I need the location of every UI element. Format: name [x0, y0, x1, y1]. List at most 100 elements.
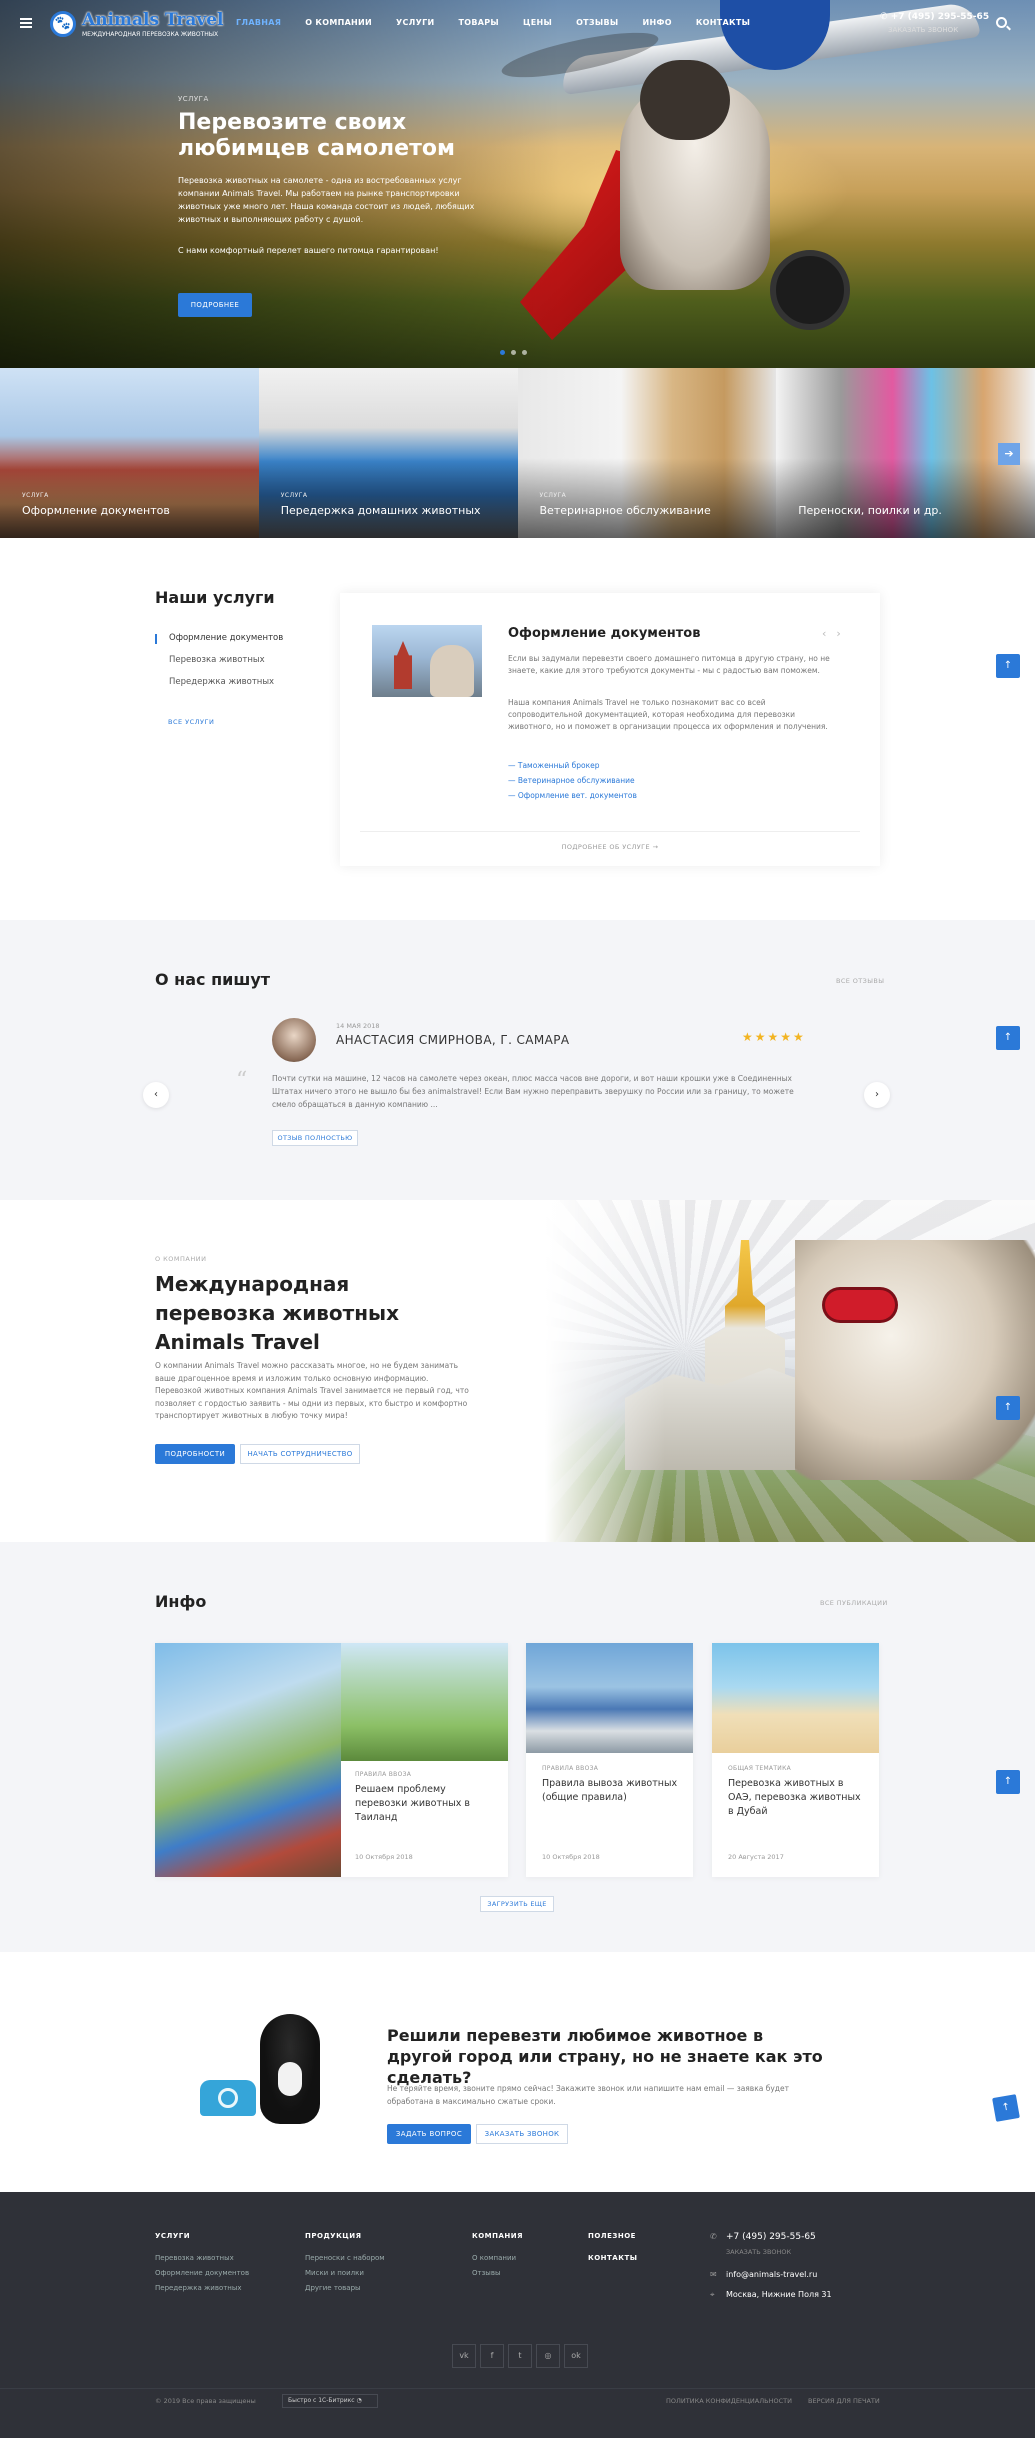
- info-card-photo-car-dog: [526, 1643, 693, 1753]
- menu-item-contacts[interactable]: КОНТАКТЫ: [696, 18, 750, 27]
- category-next-arrow-icon[interactable]: ➔: [998, 443, 1020, 465]
- footer-link[interactable]: Оформление документов: [155, 2269, 249, 2284]
- hamburger-menu-icon[interactable]: [20, 18, 32, 28]
- footer-link[interactable]: Миски и поилки: [305, 2269, 385, 2284]
- footer-link[interactable]: Перевозка животных: [155, 2254, 249, 2269]
- footer-useful-link[interactable]: ПОЛЕЗНОЕ: [588, 2232, 637, 2254]
- service-link-vet-docs[interactable]: — Оформление вет. документов: [508, 791, 637, 800]
- chevron-right-icon[interactable]: ›: [864, 1082, 890, 1108]
- twitter-icon[interactable]: t: [508, 2344, 532, 2368]
- footer-link[interactable]: Отзывы: [472, 2269, 523, 2284]
- chevron-left-icon[interactable]: ‹: [822, 627, 836, 640]
- category-tag: УСЛУГА: [280, 492, 308, 499]
- footer-link[interactable]: Передержка животных: [155, 2284, 249, 2299]
- site-logo[interactable]: 🐾 Animals Travel МЕЖДУНАРОДНАЯ ПЕРЕВОЗКА…: [50, 9, 224, 41]
- info-card[interactable]: ПРАВИЛА ВВОЗА Правила вывоза животных (о…: [526, 1643, 693, 1877]
- footer-callback-link[interactable]: ЗАКАЗАТЬ ЗВОНОК: [726, 2248, 791, 2256]
- services-item-transport[interactable]: Перевозка животных: [155, 655, 283, 677]
- menu-item-services[interactable]: УСЛУГИ: [396, 18, 434, 27]
- menu-item-prices[interactable]: ЦЕНЫ: [523, 18, 552, 27]
- category-card-vet[interactable]: УСЛУГА Ветеринарное обслуживание: [517, 368, 777, 538]
- category-overlay: [776, 458, 1035, 538]
- service-detail-card: Оформление документов ‹› Если вы задумал…: [340, 593, 880, 866]
- ask-question-button[interactable]: ЗАДАТЬ ВОПРОС: [387, 2124, 471, 2144]
- category-label: Переноски, поилки и др.: [798, 504, 942, 517]
- header-phone[interactable]: ✆ +7 (495) 295-55-65: [880, 12, 989, 22]
- bitrix-icon: ◔: [356, 2397, 362, 2404]
- info-title: Инфо: [155, 1592, 207, 1611]
- service-link-customs[interactable]: — Таможенный брокер: [508, 761, 600, 770]
- cat-with-documents: [430, 645, 474, 697]
- slider-dot-2[interactable]: [511, 350, 516, 355]
- bulldog-image: [260, 2014, 320, 2124]
- vk-icon[interactable]: vk: [452, 2344, 476, 2368]
- reviews-title: О нас пишут: [155, 970, 271, 989]
- review-stars-icon: ★★★★★: [742, 1030, 806, 1044]
- all-publications-link[interactable]: ВСЕ ПУБЛИКАЦИИ: [820, 1599, 888, 1607]
- menu-item-home[interactable]: ГЛАВНАЯ: [236, 18, 281, 27]
- start-cooperation-button[interactable]: НАЧАТЬ СОТРУДНИЧЕСТВО: [240, 1444, 360, 1464]
- menu-item-about[interactable]: О КОМПАНИИ: [305, 18, 372, 27]
- search-icon[interactable]: [996, 17, 1007, 28]
- review-date: 14 МАЯ 2018: [336, 1022, 380, 1030]
- menu-item-products[interactable]: ТОВАРЫ: [459, 18, 500, 27]
- header-callback-link[interactable]: ЗАКАЗАТЬ ЗВОНОК: [888, 26, 958, 34]
- paw-logo-icon: 🐾: [50, 11, 76, 37]
- services-item-documents[interactable]: Оформление документов: [155, 633, 283, 655]
- service-link-vet[interactable]: — Ветеринарное обслуживание: [508, 776, 635, 785]
- about-more-button[interactable]: ПОДРОБНОСТИ: [155, 1444, 235, 1464]
- category-card-documents[interactable]: УСЛУГА Оформление документов: [0, 368, 259, 538]
- all-services-link[interactable]: ВСЕ УСЛУГИ: [168, 718, 214, 726]
- mail-icon: ✉: [710, 2270, 717, 2279]
- order-call-button[interactable]: ЗАКАЗАТЬ ЗВОНОК: [476, 2124, 568, 2144]
- slider-dot-3[interactable]: [522, 350, 527, 355]
- print-version-link[interactable]: ВЕРСИЯ ДЛЯ ПЕЧАТИ: [808, 2397, 880, 2405]
- instagram-icon[interactable]: ◎: [536, 2344, 560, 2368]
- scroll-up-icon[interactable]: ↑: [996, 1770, 1020, 1794]
- info-card-date: 10 Октября 2018: [355, 1853, 413, 1861]
- footer-contacts-link[interactable]: КОНТАКТЫ: [588, 2254, 637, 2276]
- footer-link[interactable]: О компании: [472, 2254, 523, 2269]
- footer-divider: [0, 2388, 1035, 2389]
- services-item-boarding[interactable]: Передержка животных: [155, 677, 283, 699]
- all-reviews-link[interactable]: ВСЕ ОТЗЫВЫ: [836, 977, 884, 985]
- info-card-tag: ПРАВИЛА ВВОЗА: [355, 1771, 412, 1778]
- services-section: Наши услуги Оформление документов Перево…: [0, 538, 1035, 920]
- info-card[interactable]: ПРАВИЛА ВВОЗА Решаем проблему перевозки …: [155, 1643, 508, 1877]
- dog-with-goggles: [795, 1240, 1035, 1480]
- slider-dot-1[interactable]: [500, 350, 505, 355]
- scroll-up-icon[interactable]: ↑: [992, 2094, 1020, 2122]
- category-card-carriers[interactable]: Переноски, поилки и др.: [776, 368, 1035, 538]
- services-title: Наши услуги: [155, 588, 275, 607]
- info-card[interactable]: ОБЩАЯ ТЕМАТИКА Перевозка животных в ОАЭ,…: [712, 1643, 879, 1877]
- odnoklassniki-icon[interactable]: ok: [564, 2344, 588, 2368]
- footer-link[interactable]: Другие товары: [305, 2284, 385, 2299]
- menu-item-reviews[interactable]: ОТЗЫВЫ: [576, 18, 618, 27]
- reviewer-avatar: [272, 1018, 316, 1062]
- facebook-icon[interactable]: f: [480, 2344, 504, 2368]
- bitrix-badge[interactable]: Быстро с 1С-Битрикс ◔: [282, 2394, 378, 2408]
- footer-link[interactable]: Переноски с набором: [305, 2254, 385, 2269]
- footer-address: Москва, Нижние Поля 31: [726, 2290, 832, 2299]
- service-more-link[interactable]: ПОДРОБНЕЕ ОБ УСЛУГЕ →: [340, 843, 880, 851]
- chevron-left-icon[interactable]: ‹: [143, 1082, 169, 1108]
- hero-plane-wheel: [770, 250, 850, 330]
- arrow-right-icon: →: [652, 843, 659, 851]
- chevron-right-icon[interactable]: ›: [836, 627, 850, 640]
- scroll-up-icon[interactable]: ↑: [996, 1026, 1020, 1050]
- privacy-policy-link[interactable]: ПОЛИТИКА КОНФИДЕНЦИАЛЬНОСТИ: [666, 2397, 792, 2405]
- scroll-up-icon[interactable]: ↑: [996, 654, 1020, 678]
- footer-col-title: УСЛУГИ: [155, 2232, 191, 2240]
- menu-item-info[interactable]: ИНФО: [643, 18, 672, 27]
- scroll-up-icon[interactable]: ↑: [996, 1396, 1020, 1420]
- full-review-button[interactable]: ОТЗЫВ ПОЛНОСТЬЮ: [272, 1130, 358, 1146]
- footer-email[interactable]: info@animals-travel.ru: [726, 2270, 817, 2279]
- phone-dial: [218, 2088, 238, 2108]
- footer-phone[interactable]: +7 (495) 295-55-65: [726, 2232, 816, 2242]
- hero-slider: 🐾 Animals Travel МЕЖДУНАРОДНАЯ ПЕРЕВОЗКА…: [0, 0, 1035, 368]
- load-more-button[interactable]: ЗАГРУЗИТЬ ЕЩЕ: [480, 1896, 554, 1912]
- cta-text: Не теряйте время, звоните прямо сейчас! …: [387, 2084, 789, 2106]
- hero-more-button[interactable]: ПОДРОБНЕЕ: [178, 293, 252, 317]
- category-card-boarding[interactable]: УСЛУГА Передержка домашних животных: [258, 368, 518, 538]
- about-tag: О КОМПАНИИ: [155, 1255, 207, 1263]
